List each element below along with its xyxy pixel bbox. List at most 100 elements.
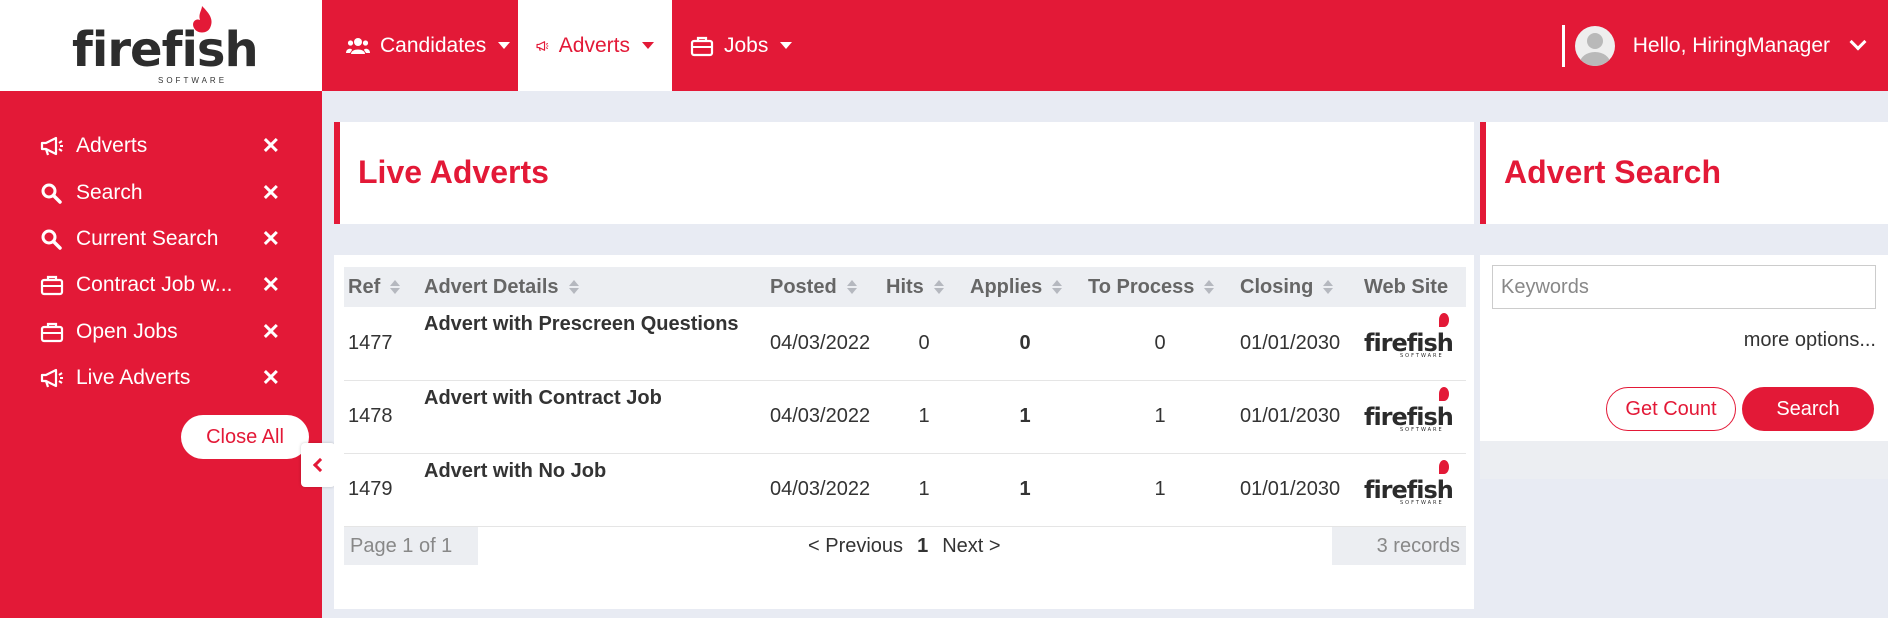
megaphone-icon	[40, 136, 63, 156]
briefcase-icon	[40, 275, 64, 296]
column-header-posted[interactable]: Posted	[766, 267, 882, 307]
sidebar-item-contract-job[interactable]: Contract Job w... ✕	[40, 265, 280, 305]
sidebar-item-label: Open Jobs	[76, 320, 178, 343]
close-icon[interactable]: ✕	[262, 133, 280, 159]
search-title: Advert Search	[1504, 154, 1721, 190]
column-header-to-process[interactable]: To Process	[1084, 267, 1236, 307]
caret-down-icon	[780, 42, 793, 49]
previous-link[interactable]: < Previous	[808, 535, 903, 558]
cell-ref: 1478	[348, 405, 393, 427]
close-icon[interactable]: ✕	[262, 272, 280, 298]
cell-closing: 01/01/2030	[1240, 405, 1341, 427]
page-title: Live Adverts	[358, 154, 549, 190]
cell-hits: 0	[918, 331, 930, 354]
sidebar-item-adverts[interactable]: Adverts ✕	[40, 126, 280, 166]
sidebar-item-search[interactable]: Search ✕	[40, 173, 280, 213]
chevron-left-icon	[312, 457, 328, 473]
cell-applies[interactable]: 0	[966, 307, 1084, 380]
cell-web-site[interactable]: firefish SOFTWARE	[1360, 453, 1466, 526]
column-header-applies[interactable]: Applies	[966, 267, 1084, 307]
cell-web-site[interactable]: firefish SOFTWARE	[1360, 380, 1466, 453]
sidebar-item-current-search[interactable]: Current Search ✕	[40, 219, 280, 259]
nav-candidates[interactable]: Candidates	[328, 0, 528, 91]
flame-icon	[193, 6, 212, 33]
cell-ref: 1477	[348, 331, 393, 354]
cell-to-process: 0	[1154, 331, 1166, 354]
column-header-hits[interactable]: Hits	[882, 267, 966, 307]
search-footer	[1480, 441, 1888, 479]
sort-icon	[1052, 280, 1061, 294]
cell-applies[interactable]: 1	[966, 380, 1084, 453]
logo-subtitle: SOFTWARE	[158, 76, 228, 85]
advert-search-header: Advert Search	[1480, 122, 1888, 224]
next-link[interactable]: Next >	[942, 535, 1000, 558]
sort-icon	[390, 280, 399, 294]
caret-down-icon	[642, 42, 654, 49]
divider	[1561, 24, 1565, 67]
cell-advert-details[interactable]: Advert with Contract Job	[420, 380, 766, 453]
user-menu[interactable]: Hello, HiringManager	[1561, 0, 1888, 91]
search-icon	[41, 229, 62, 250]
sidebar-item-label: Adverts	[76, 134, 148, 157]
cell-web-site[interactable]: firefish SOFTWARE	[1360, 307, 1466, 380]
sidebar-item-label: Search	[76, 181, 143, 204]
firefish-logo-icon: firefish SOFTWARE	[1364, 386, 1454, 433]
table-row[interactable]: 1478 Advert with Contract Job 04/03/2022…	[344, 380, 1466, 453]
close-icon[interactable]: ✕	[262, 319, 280, 345]
nav-adverts-label: Adverts	[558, 33, 630, 57]
sidebar-item-open-jobs[interactable]: Open Jobs ✕	[40, 312, 280, 352]
users-icon	[346, 37, 370, 54]
table-row[interactable]: 1479 Advert with No Job 04/03/2022 1 1 1…	[344, 453, 1466, 526]
cell-hits: 1	[918, 478, 930, 500]
sort-icon	[569, 280, 578, 294]
table-row[interactable]: 1477 Advert with Prescreen Questions 04/…	[344, 307, 1466, 380]
column-header-advert-details[interactable]: Advert Details	[420, 267, 766, 307]
column-header-closing[interactable]: Closing	[1236, 267, 1360, 307]
collapse-sidebar-button[interactable]	[301, 443, 335, 487]
get-count-button[interactable]: Get Count	[1606, 387, 1736, 431]
sort-icon	[1323, 280, 1332, 294]
top-navbar: firefish SOFTWARE Candidates Adverts Job…	[0, 0, 1888, 91]
sidebar-item-live-adverts[interactable]: Live Adverts ✕	[40, 358, 280, 398]
cell-advert-details[interactable]: Advert with No Job	[420, 453, 766, 526]
avatar	[1574, 25, 1615, 66]
cell-posted: 04/03/2022	[770, 478, 871, 500]
record-count: 3 records	[1332, 527, 1466, 565]
sort-icon	[847, 280, 856, 294]
adverts-table-card: Ref Advert Details Posted Hits Applies T…	[334, 255, 1474, 609]
caret-down-icon	[498, 42, 511, 49]
cell-posted: 04/03/2022	[770, 331, 871, 354]
advert-search-card: more options... Get Count Search	[1480, 255, 1888, 441]
keywords-input[interactable]	[1492, 265, 1876, 309]
close-all-button[interactable]: Close All	[181, 415, 309, 459]
firefish-logo-icon: firefish SOFTWARE	[1364, 459, 1454, 506]
search-icon	[41, 183, 62, 204]
sidebar-item-label: Contract Job w...	[76, 273, 233, 296]
pagination: Page 1 of 1 < Previous 1 Next > 3 record…	[344, 527, 1466, 565]
page-links: < Previous 1 Next >	[808, 527, 1001, 565]
cell-applies[interactable]: 1	[966, 453, 1084, 526]
nav-jobs-label: Jobs	[724, 33, 769, 57]
column-header-ref[interactable]: Ref	[344, 267, 420, 307]
sidebar: Adverts ✕ Search ✕ Current Search ✕ Cont…	[0, 91, 322, 618]
close-icon[interactable]: ✕	[262, 365, 280, 391]
cell-to-process: 1	[1154, 405, 1166, 427]
cell-hits: 1	[918, 405, 930, 427]
live-adverts-header: Live Adverts	[334, 122, 1474, 224]
cell-closing: 01/01/2030	[1240, 331, 1341, 354]
current-page: 1	[917, 534, 929, 557]
close-icon[interactable]: ✕	[262, 226, 280, 252]
megaphone-icon	[40, 368, 63, 388]
cell-advert-details[interactable]: Advert with Prescreen Questions	[420, 307, 766, 380]
nav-adverts[interactable]: Adverts	[518, 0, 672, 91]
chevron-down-icon	[1849, 33, 1867, 50]
logo[interactable]: firefish SOFTWARE	[0, 0, 322, 91]
cell-to-process: 1	[1154, 478, 1166, 500]
page-info: Page 1 of 1	[344, 527, 478, 565]
nav-jobs[interactable]: Jobs	[672, 0, 810, 91]
cell-ref: 1479	[348, 478, 393, 500]
search-button[interactable]: Search	[1742, 387, 1874, 431]
more-options-link[interactable]: more options...	[1744, 329, 1876, 352]
close-icon[interactable]: ✕	[262, 180, 280, 206]
firefish-logo-icon: firefish SOFTWARE	[1364, 313, 1454, 359]
